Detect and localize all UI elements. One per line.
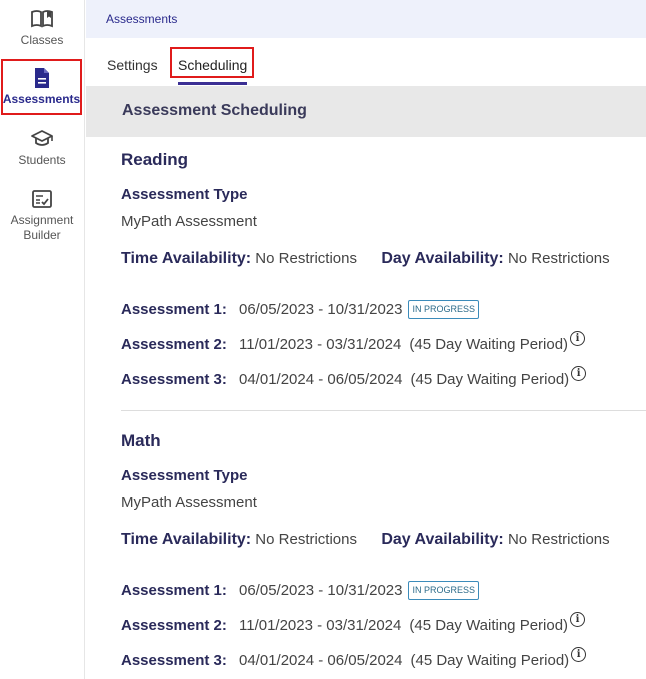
info-icon[interactable]: i (570, 612, 586, 627)
subject-section-reading: Reading Assessment Type MyPath Assessmen… (121, 150, 646, 410)
sidebar-item-label: Assignment Builder (10, 213, 74, 242)
assessment-dates: 04/01/2024 - 06/05/2024 (239, 652, 403, 669)
document-icon (33, 67, 51, 89)
availability-row: Time Availability: No Restrictions Day A… (121, 250, 610, 268)
sidebar-item-students[interactable]: Students (0, 128, 84, 168)
assessment-dates: 04/01/2024 - 06/05/2024 (239, 371, 403, 388)
section-banner: Assessment Scheduling (86, 86, 646, 137)
time-availability-value: No Restrictions (255, 531, 357, 548)
waiting-period: (45 Day Waiting Period) (410, 371, 570, 388)
assessment-label: Assessment 1: (121, 301, 227, 318)
waiting-period: (45 Day Waiting Period) (410, 652, 570, 669)
assessment-type-value: MyPath Assessment (121, 494, 257, 511)
availability-row: Time Availability: No Restrictions Day A… (121, 531, 610, 549)
graduation-cap-icon (30, 128, 54, 150)
assessment-dates: 06/05/2023 - 10/31/2023 (239, 582, 403, 599)
assessment-label: Assessment 3: (121, 371, 227, 388)
sidebar-item-label: Classes (20, 33, 64, 47)
sidebar-item-assignment-builder[interactable]: Assignment Builder (0, 188, 84, 243)
assessment-label: Assessment 3: (121, 652, 227, 669)
assessment-dates: 11/01/2023 - 03/31/2024 (239, 336, 402, 353)
active-tab-indicator (178, 82, 247, 85)
info-icon[interactable]: i (570, 331, 586, 346)
assessment-label: Assessment 2: (121, 617, 227, 634)
assessment-row: Assessment 3: 04/01/2024 - 06/05/2024 (4… (121, 366, 587, 388)
assessment-row: Assessment 2: 11/01/2023 - 03/31/2024 (4… (121, 331, 586, 353)
assessment-dates: 11/01/2023 - 03/31/2024 (239, 617, 402, 634)
tab-bar: Settings Scheduling (86, 38, 646, 86)
sidebar-item-assessments[interactable]: Assessments (1, 59, 82, 115)
info-icon[interactable]: i (571, 366, 587, 381)
time-availability-label: Time Availability: (121, 250, 252, 267)
sidebar-item-label: Assessments (2, 92, 81, 106)
page-title: Assessments (106, 12, 178, 26)
status-badge: IN PROGRESS (408, 581, 479, 600)
time-availability-label: Time Availability: (121, 531, 252, 548)
tab-scheduling[interactable]: Scheduling (170, 47, 254, 78)
sidebar-item-label: Students (18, 153, 66, 167)
info-icon[interactable]: i (571, 647, 587, 662)
checklist-icon (31, 188, 53, 210)
day-availability-value: No Restrictions (507, 531, 610, 548)
assessment-type-value: MyPath Assessment (121, 213, 257, 230)
waiting-period: (45 Day Waiting Period) (409, 617, 569, 634)
assessment-row: Assessment 3: 04/01/2024 - 06/05/2024 (4… (121, 647, 587, 669)
assessment-label: Assessment 1: (121, 582, 227, 599)
assessment-type-label: Assessment Type (121, 467, 248, 484)
status-badge: IN PROGRESS (408, 300, 479, 319)
day-availability-value: No Restrictions (507, 250, 610, 267)
tab-settings[interactable]: Settings (107, 57, 158, 73)
open-book-icon (30, 8, 54, 30)
assessment-row: Assessment 2: 11/01/2023 - 03/31/2024 (4… (121, 612, 586, 634)
subject-section-math: Math Assessment Type MyPath Assessment T… (121, 431, 646, 679)
assessment-label: Assessment 2: (121, 336, 227, 353)
time-availability-value: No Restrictions (255, 250, 357, 267)
section-divider (121, 410, 646, 411)
day-availability-label: Day Availability: (381, 531, 504, 548)
section-title: Assessment Scheduling (122, 102, 307, 119)
assessment-row: Assessment 1: 06/05/2023 - 10/31/2023 IN… (121, 300, 479, 319)
assessment-dates: 06/05/2023 - 10/31/2023 (239, 301, 403, 318)
sidebar-item-classes[interactable]: Classes (0, 8, 84, 48)
assessment-row: Assessment 1: 06/05/2023 - 10/31/2023 IN… (121, 581, 479, 600)
header-bar: Assessments (86, 0, 646, 38)
subject-title: Math (121, 431, 161, 450)
sidebar: Classes Assessments Students Assignment … (0, 0, 85, 679)
waiting-period: (45 Day Waiting Period) (409, 336, 569, 353)
subject-title: Reading (121, 150, 189, 169)
day-availability-label: Day Availability: (381, 250, 504, 267)
assessment-type-label: Assessment Type (121, 186, 248, 203)
